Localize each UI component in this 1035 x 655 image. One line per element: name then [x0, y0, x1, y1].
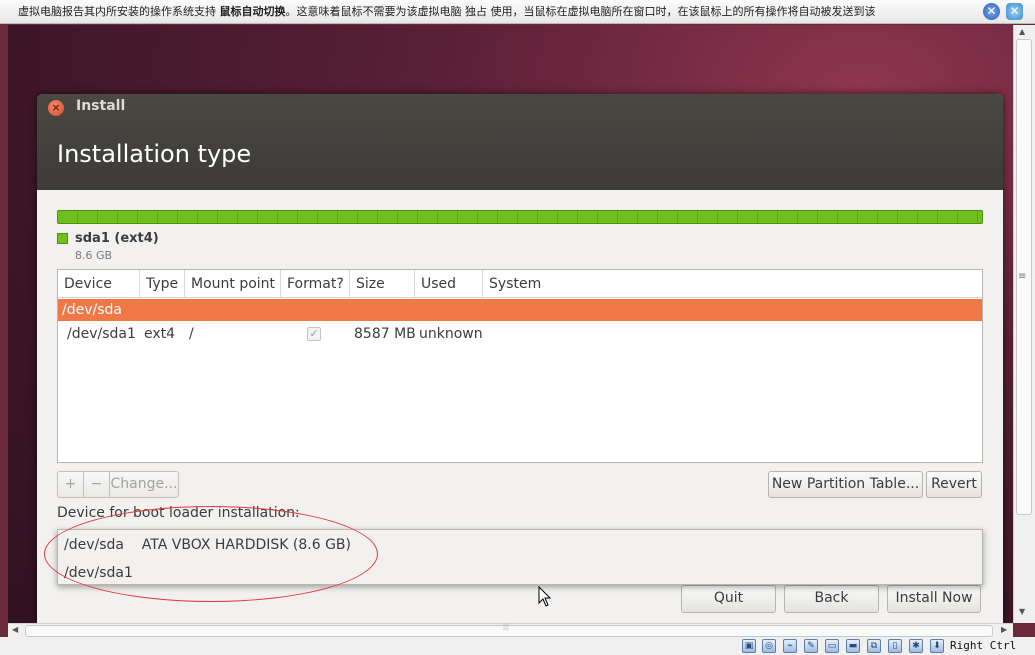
window-title: Install: [76, 98, 126, 114]
window-close-icon[interactable]: ×: [48, 100, 64, 116]
install-now-button[interactable]: Install Now: [887, 585, 981, 613]
column-header-type[interactable]: Type: [140, 270, 185, 298]
horizontal-scrollbar[interactable]: ◀ ⦙⦙⦙ ▶: [8, 623, 1013, 637]
mouse-integration-icon[interactable]: ⬇: [930, 639, 944, 653]
partition-table: Device Type Mount point Format? Size Use…: [57, 269, 983, 463]
scroll-up-icon[interactable]: ▲: [1019, 27, 1025, 36]
page-title: Installation type: [57, 140, 252, 168]
partition-legend-name: sda1 (ext4): [75, 231, 159, 246]
column-header-format[interactable]: Format?: [281, 270, 350, 298]
window-titlebar: × Install Installation type: [37, 94, 1003, 190]
grip-icon: ≡: [1018, 271, 1026, 282]
shared-folders-icon[interactable]: ✎: [804, 639, 818, 653]
cell-type: ext4: [144, 326, 176, 342]
column-header-device[interactable]: Device: [58, 270, 140, 298]
grip-icon: ⦙⦙⦙: [503, 623, 510, 633]
cell-used: unknown: [419, 326, 483, 342]
change-partition-button[interactable]: Change...: [110, 472, 178, 497]
hard-disk-icon[interactable]: ▣: [742, 639, 756, 653]
scroll-left-icon[interactable]: ◀: [12, 625, 18, 634]
hide-icon[interactable]: ✕: [1006, 3, 1023, 20]
column-header-system[interactable]: System: [483, 270, 982, 298]
partition-usage-bar: [57, 210, 983, 224]
cell-device: /dev/sda1: [67, 326, 136, 342]
drag-drop-icon[interactable]: ▭: [825, 639, 839, 653]
cell-size: 8587 MB: [354, 326, 416, 342]
optical-drive-icon[interactable]: ◎: [762, 639, 776, 653]
table-row[interactable]: /dev/sda1 ext4 / ✓ 8587 MB unknown: [58, 321, 982, 347]
boot-loader-device-dropdown[interactable]: /dev/sda ATA VBOX HARDDISK (8.6 GB) /dev…: [57, 529, 983, 585]
back-button[interactable]: Back: [784, 585, 879, 613]
remove-partition-button[interactable]: −: [84, 472, 110, 497]
column-header-mount-point[interactable]: Mount point: [185, 270, 281, 298]
vbox-notification-bar: 虚拟电脑报告其内所安装的操作系统支持 鼠标自动切换。这意味着鼠标不需要为该虚拟电…: [0, 0, 1035, 24]
vbox-status-bar: ▣ ◎ ⌁ ✎ ▭ ▬ ⧉ ▯ ✱ ⬇ Right Ctrl: [0, 637, 1035, 655]
mouse-pointer-icon: [538, 586, 552, 607]
scroll-down-icon[interactable]: ▼: [1019, 607, 1025, 616]
quit-button[interactable]: Quit: [681, 585, 776, 613]
partition-edit-buttons: + − Change...: [57, 471, 179, 498]
cell-mount: /: [189, 326, 194, 342]
host-key-label: Right Ctrl: [950, 639, 1017, 652]
notification-message: 虚拟电脑报告其内所安装的操作系统支持 鼠标自动切换。这意味着鼠标不需要为该虚拟电…: [18, 5, 876, 18]
network-icon[interactable]: ⧉: [867, 639, 881, 653]
installer-window: × Install Installation type sda1 (ext4) …: [37, 94, 1003, 623]
new-partition-table-button[interactable]: New Partition Table...: [768, 471, 923, 498]
display-icon[interactable]: ▬: [846, 639, 860, 653]
close-icon[interactable]: ✕: [983, 3, 1000, 20]
add-partition-button[interactable]: +: [58, 472, 84, 497]
partition-legend-size: 8.6 GB: [75, 249, 113, 262]
format-checkbox[interactable]: ✓: [307, 327, 321, 341]
cpu-icon[interactable]: ✱: [909, 639, 923, 653]
revert-button[interactable]: Revert: [926, 471, 982, 498]
column-header-used[interactable]: Used: [415, 270, 483, 298]
table-header: Device Type Mount point Format? Size Use…: [58, 270, 982, 298]
column-header-size[interactable]: Size: [350, 270, 415, 298]
scroll-right-icon[interactable]: ▶: [1001, 625, 1007, 634]
boot-device-option[interactable]: /dev/sda1: [64, 560, 133, 586]
vertical-scrollbar[interactable]: ▲ ≡ ▼: [1013, 25, 1035, 623]
partition-legend-swatch: [57, 233, 68, 244]
recording-icon[interactable]: ▯: [888, 639, 902, 653]
boot-loader-label: Device for boot loader installation:: [57, 505, 300, 521]
boot-device-option[interactable]: /dev/sda ATA VBOX HARDDISK (8.6 GB): [64, 532, 351, 558]
table-row-selected[interactable]: /dev/sda: [58, 299, 982, 321]
usb-icon[interactable]: ⌁: [783, 639, 797, 653]
